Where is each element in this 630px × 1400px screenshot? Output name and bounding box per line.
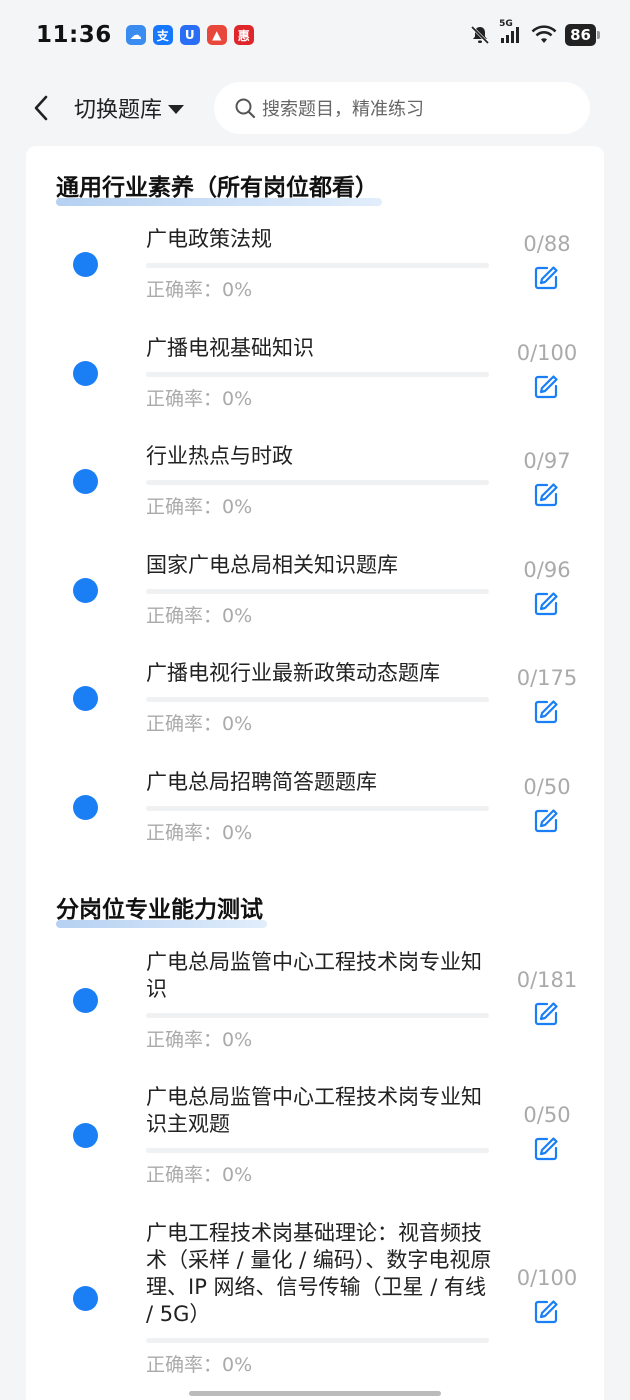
edit-practice-icon[interactable] bbox=[532, 264, 560, 292]
signal-icon: 5G bbox=[499, 19, 523, 45]
item-title: 广电总局监管中心工程技术岗专业知识主观题 bbox=[146, 1085, 482, 1136]
progress-count: 0/96 bbox=[523, 558, 571, 582]
accuracy-label: 正确率：0% bbox=[146, 1164, 253, 1186]
item-title: 广电政策法规 bbox=[146, 227, 272, 251]
item-title: 广播电视基础知识 bbox=[146, 336, 314, 360]
shield-app-icon: U bbox=[179, 25, 200, 45]
progress-count: 0/100 bbox=[516, 341, 578, 365]
accuracy-label: 正确率：0% bbox=[146, 388, 253, 410]
progress-bar bbox=[146, 263, 489, 268]
switch-bank-dropdown[interactable]: 切换题库 bbox=[74, 92, 185, 124]
back-button[interactable] bbox=[26, 88, 56, 128]
progress-bar bbox=[146, 697, 489, 702]
mute-bell-icon bbox=[469, 24, 491, 46]
section-title: 通用行业素养（所有岗位都看） bbox=[56, 168, 382, 206]
home-indicator[interactable] bbox=[189, 1391, 441, 1396]
accuracy-label: 正确率：0% bbox=[146, 713, 253, 735]
switch-bank-label: 切换题库 bbox=[74, 98, 163, 123]
status-dot bbox=[73, 252, 98, 277]
edit-practice-icon[interactable] bbox=[532, 698, 560, 726]
progress-count: 0/50 bbox=[523, 1103, 571, 1127]
status-dot bbox=[73, 361, 98, 386]
status-dot bbox=[73, 686, 98, 711]
edit-practice-icon[interactable] bbox=[532, 1135, 560, 1163]
progress-bar bbox=[146, 372, 489, 377]
status-bar: 11:36 ☁ 支 U ▲ 惠 5G 86 bbox=[0, 0, 630, 70]
progress-bar bbox=[146, 806, 489, 811]
progress-count: 0/50 bbox=[523, 775, 571, 799]
status-dot bbox=[73, 469, 98, 494]
status-dot bbox=[73, 1286, 98, 1311]
network-type: 5G bbox=[499, 19, 513, 29]
item-title: 广电总局监管中心工程技术岗专业知识 bbox=[146, 950, 482, 1001]
triangle-app-icon: ▲ bbox=[206, 25, 227, 45]
accuracy-label: 正确率：0% bbox=[146, 496, 253, 518]
progress-bar bbox=[146, 1148, 489, 1153]
status-indicators: 5G 86 bbox=[469, 19, 600, 46]
progress-bar bbox=[146, 1338, 489, 1343]
search-icon bbox=[235, 98, 256, 119]
edit-practice-icon[interactable] bbox=[532, 481, 560, 509]
progress-bar bbox=[146, 480, 489, 485]
cloud-app-icon: ☁ bbox=[125, 25, 146, 45]
progress-bar bbox=[146, 589, 489, 594]
status-time: 11:36 bbox=[36, 22, 112, 48]
edit-practice-icon[interactable] bbox=[532, 1000, 560, 1028]
accuracy-label: 正确率：0% bbox=[146, 605, 253, 627]
status-dot bbox=[73, 988, 98, 1013]
status-dot bbox=[73, 1123, 98, 1148]
status-dot bbox=[73, 578, 98, 603]
progress-count: 0/88 bbox=[523, 232, 571, 256]
accuracy-label: 正确率：0% bbox=[146, 279, 253, 301]
item-title: 广播电视行业最新政策动态题库 bbox=[146, 661, 440, 685]
status-app-icons: ☁ 支 U ▲ 惠 bbox=[125, 25, 254, 45]
caret-down-icon bbox=[168, 104, 185, 114]
progress-count: 0/181 bbox=[516, 968, 578, 992]
edit-practice-icon[interactable] bbox=[532, 373, 560, 401]
item-title: 广电总局招聘简答题题库 bbox=[146, 770, 377, 794]
progress-count: 0/97 bbox=[523, 449, 571, 473]
header: 切换题库 搜索题目，精准练习 bbox=[0, 78, 630, 138]
accuracy-label: 正确率：0% bbox=[146, 1354, 253, 1376]
progress-bar bbox=[146, 1013, 489, 1018]
edit-practice-icon[interactable] bbox=[532, 590, 560, 618]
battery-indicator: 86 bbox=[565, 24, 600, 46]
chevron-left-icon bbox=[34, 95, 48, 121]
item-title: 广电工程技术岗基础理论：视音频技术（采样 / 量化 / 编码）、数字电视原理、I… bbox=[146, 1221, 492, 1326]
status-dot bbox=[73, 795, 98, 820]
accuracy-label: 正确率：0% bbox=[146, 1029, 253, 1051]
accuracy-label: 正确率：0% bbox=[146, 822, 253, 844]
wifi-icon bbox=[531, 25, 557, 45]
search-input[interactable]: 搜索题目，精准练习 bbox=[214, 82, 591, 134]
progress-count: 0/175 bbox=[516, 666, 578, 690]
item-title: 行业热点与时政 bbox=[146, 444, 293, 468]
item-title: 国家广电总局相关知识题库 bbox=[146, 553, 398, 577]
edit-practice-icon[interactable] bbox=[532, 1298, 560, 1326]
alipay-icon: 支 bbox=[152, 25, 173, 45]
red-app-icon: 惠 bbox=[233, 25, 254, 45]
search-placeholder: 搜索题目，精准练习 bbox=[262, 99, 425, 120]
question-bank-list: 通用行业素养（所有岗位都看） 广电政策法规 正确率：0% 0/88 广播电视基础知识 正确… bbox=[26, 146, 604, 1400]
progress-count: 0/100 bbox=[516, 1266, 578, 1290]
section-title: 分岗位专业能力测试 bbox=[56, 890, 267, 928]
edit-practice-icon[interactable] bbox=[532, 807, 560, 835]
